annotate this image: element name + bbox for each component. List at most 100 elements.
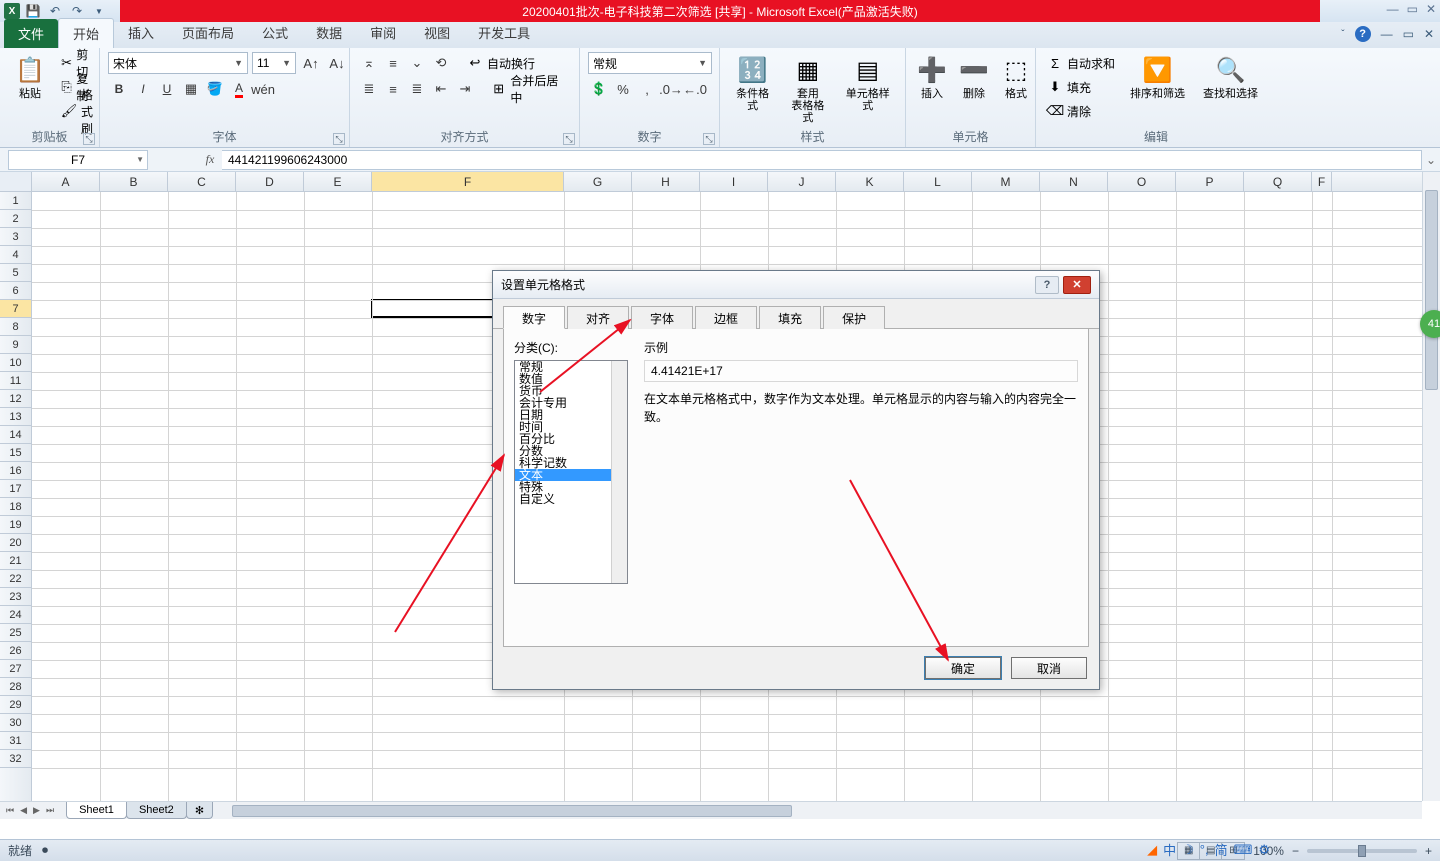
font-size-combo[interactable]: 11▼ (252, 52, 296, 74)
paste-button[interactable]: 📋 粘贴 (8, 52, 52, 102)
dialog-tab-5[interactable]: 保护 (823, 306, 885, 329)
sort-filter-button[interactable]: 🔽排序和筛选 (1124, 52, 1191, 102)
align-bottom-icon[interactable]: ⌄ (406, 52, 428, 74)
tab-4[interactable]: 数据 (302, 18, 356, 48)
row-header-5[interactable]: 5 (0, 264, 31, 282)
tab-0[interactable]: 开始 (58, 18, 114, 48)
close-window-icon[interactable]: ✕ (1426, 2, 1436, 16)
row-header-17[interactable]: 17 (0, 480, 31, 498)
ime-lang-icon[interactable]: 中 (1163, 840, 1176, 859)
sheet-nav-icon[interactable]: ◀ (18, 805, 29, 816)
col-header-F[interactable]: F (1312, 172, 1332, 191)
row-header-1[interactable]: 1 (0, 192, 31, 210)
minimize-ribbon-icon[interactable]: ˇ (1341, 29, 1344, 40)
scroll-thumb[interactable] (1425, 190, 1438, 390)
row-header-27[interactable]: 27 (0, 660, 31, 678)
tab-6[interactable]: 视图 (410, 18, 464, 48)
horizontal-scrollbar[interactable] (232, 804, 1422, 818)
row-header-28[interactable]: 28 (0, 678, 31, 696)
row-header-25[interactable]: 25 (0, 624, 31, 642)
dialog-tab-1[interactable]: 对齐 (567, 306, 629, 329)
align-right-icon[interactable]: ≣ (406, 78, 428, 100)
row-header-18[interactable]: 18 (0, 498, 31, 516)
new-sheet-icon[interactable]: ✻ (186, 802, 213, 819)
ime-settings-icon[interactable]: ⚙ (1258, 842, 1270, 858)
fill-button[interactable]: ⬇填充 (1044, 76, 1118, 98)
format-cells-button[interactable]: ⬚格式 (998, 52, 1034, 102)
row-header-22[interactable]: 22 (0, 570, 31, 588)
italic-button[interactable]: I (132, 78, 154, 100)
accounting-icon[interactable]: 💲 (588, 78, 610, 100)
dialog-tab-0[interactable]: 数字 (503, 306, 565, 329)
sheet-nav-icon[interactable]: ⏮ (4, 805, 16, 816)
window-min-icon[interactable]: — (1381, 27, 1393, 41)
row-header-30[interactable]: 30 (0, 714, 31, 732)
clear-button[interactable]: ⌫清除 (1044, 100, 1118, 122)
tray-icon[interactable]: ◢ (1147, 842, 1157, 858)
row-header-13[interactable]: 13 (0, 408, 31, 426)
col-header-B[interactable]: B (100, 172, 168, 191)
grow-font-icon[interactable]: A↑ (300, 52, 322, 74)
col-header-Q[interactable]: Q (1244, 172, 1312, 191)
row-header-8[interactable]: 8 (0, 318, 31, 336)
col-header-A[interactable]: A (32, 172, 100, 191)
ok-button[interactable]: 确定 (925, 657, 1001, 679)
indent-inc-icon[interactable]: ⇥ (454, 78, 476, 100)
insert-cells-button[interactable]: ➕插入 (914, 52, 950, 102)
col-header-G[interactable]: G (564, 172, 632, 191)
format-painter-button[interactable]: 🖌格式刷 (58, 100, 96, 122)
sheet-nav-icon[interactable]: ⏭ (44, 805, 56, 816)
row-header-7[interactable]: 7 (0, 300, 31, 318)
name-box[interactable]: F7▼ (8, 150, 148, 170)
tab-5[interactable]: 审阅 (356, 18, 410, 48)
listbox-scrollbar[interactable] (611, 361, 627, 583)
dialog-tab-2[interactable]: 字体 (631, 306, 693, 329)
col-header-K[interactable]: K (836, 172, 904, 191)
sheet-tab-Sheet2[interactable]: Sheet2 (126, 802, 187, 819)
row-header-26[interactable]: 26 (0, 642, 31, 660)
col-header-L[interactable]: L (904, 172, 972, 191)
bold-button[interactable]: B (108, 78, 130, 100)
row-header-11[interactable]: 11 (0, 372, 31, 390)
restore-icon[interactable]: ▭ (1407, 2, 1418, 16)
col-header-C[interactable]: C (168, 172, 236, 191)
number-format-combo[interactable]: 常规▼ (588, 52, 712, 74)
tab-7[interactable]: 开发工具 (464, 18, 544, 48)
row-header-16[interactable]: 16 (0, 462, 31, 480)
row-headers[interactable]: 1234567891011121314151617181920212223242… (0, 192, 32, 801)
col-header-E[interactable]: E (304, 172, 372, 191)
row-header-24[interactable]: 24 (0, 606, 31, 624)
col-header-D[interactable]: D (236, 172, 304, 191)
ime-punct-icon[interactable]: °, (1200, 842, 1209, 857)
orientation-icon[interactable]: ⟲ (430, 52, 452, 74)
row-header-6[interactable]: 6 (0, 282, 31, 300)
zoom-out-icon[interactable]: − (1292, 844, 1299, 858)
dialog-titlebar[interactable]: 设置单元格格式 ? ✕ (493, 271, 1099, 299)
tab-2[interactable]: 页面布局 (168, 18, 248, 48)
comma-icon[interactable]: , (636, 78, 658, 100)
save-icon[interactable]: 💾 (24, 2, 42, 20)
dialog-tab-3[interactable]: 边框 (695, 306, 757, 329)
fill-color-button[interactable]: 🪣 (204, 78, 226, 100)
scroll-thumb[interactable] (232, 805, 792, 817)
ime-keyboard-icon[interactable]: ⌨ (1234, 842, 1253, 858)
launcher-icon[interactable]: ⤡ (563, 133, 575, 145)
col-header-I[interactable]: I (700, 172, 768, 191)
window-close-icon[interactable]: ✕ (1424, 27, 1434, 41)
delete-cells-button[interactable]: ➖删除 (956, 52, 992, 102)
tab-1[interactable]: 插入 (114, 18, 168, 48)
row-header-15[interactable]: 15 (0, 444, 31, 462)
window-restore-icon[interactable]: ▭ (1403, 27, 1414, 41)
col-header-O[interactable]: O (1108, 172, 1176, 191)
col-header-M[interactable]: M (972, 172, 1040, 191)
row-header-31[interactable]: 31 (0, 732, 31, 750)
underline-button[interactable]: U (156, 78, 178, 100)
row-header-9[interactable]: 9 (0, 336, 31, 354)
column-headers[interactable]: ABCDEFGHIJKLMNOPQF (32, 172, 1422, 192)
vertical-scrollbar[interactable] (1422, 172, 1440, 801)
row-header-12[interactable]: 12 (0, 390, 31, 408)
help-icon[interactable]: ? (1355, 26, 1371, 42)
macro-record-icon[interactable]: ⏺ (42, 843, 48, 858)
row-header-23[interactable]: 23 (0, 588, 31, 606)
row-header-29[interactable]: 29 (0, 696, 31, 714)
